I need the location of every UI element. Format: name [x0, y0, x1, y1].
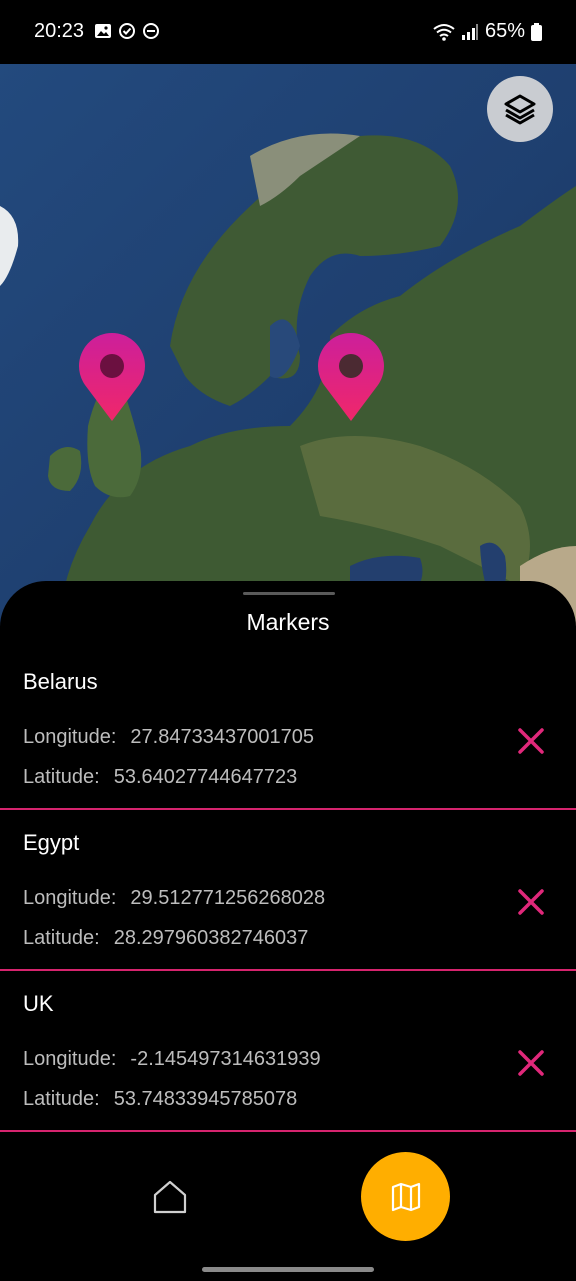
latitude-value: 53.64027744647723 — [113, 766, 298, 788]
latitude-row: Latitude: 28.297960382746037 — [23, 927, 308, 950]
marker-list-item: Belarus Longitude: 27.84733437001705 Lat… — [0, 649, 576, 810]
close-icon[interactable] — [516, 726, 546, 756]
status-time: 20:23 — [34, 20, 85, 42]
longitude-value: 27.84733437001705 — [130, 726, 314, 748]
map-icon — [391, 1182, 420, 1211]
home-icon[interactable] — [151, 1178, 189, 1216]
layers-icon — [504, 94, 536, 125]
marker-name: Belarus — [23, 669, 98, 694]
longitude-row: Longitude: 29.512771256268028 — [23, 887, 325, 910]
battery-percent: 65% — [484, 20, 525, 42]
sheet-title: Markers — [246, 609, 330, 635]
uk-marker[interactable] — [77, 333, 147, 423]
longitude-label: Longitude: — [23, 1048, 117, 1070]
longitude-label: Longitude: — [23, 887, 117, 909]
close-icon[interactable] — [516, 1048, 546, 1078]
longitude-value: 29.512771256268028 — [130, 887, 326, 909]
marker-list-item: UK Longitude: -2.145497314631939 Latitud… — [0, 971, 576, 1132]
marker-name: Egypt — [23, 830, 80, 855]
latitude-row: Latitude: 53.74833945785078 — [23, 1088, 297, 1111]
wifi-icon — [433, 23, 455, 41]
marker-name: UK — [23, 991, 54, 1016]
map-nav-button[interactable] — [361, 1152, 450, 1241]
longitude-row: Longitude: 27.84733437001705 — [23, 726, 314, 749]
markers-sheet: Markers Belarus Longitude: 27.8473343700… — [0, 581, 576, 1281]
battery-icon — [531, 22, 542, 41]
status-right: 65% — [433, 20, 542, 43]
map-layers-button[interactable] — [487, 76, 553, 142]
latitude-label: Latitude: — [23, 766, 100, 788]
image-icon — [95, 24, 111, 38]
latitude-row: Latitude: 53.64027744647723 — [23, 766, 297, 789]
close-icon[interactable] — [516, 887, 546, 917]
longitude-label: Longitude: — [23, 726, 117, 748]
signal-icon — [461, 23, 478, 40]
longitude-row: Longitude: -2.145497314631939 — [23, 1048, 321, 1071]
status-left-icons — [94, 22, 160, 40]
sync-check-icon — [119, 23, 135, 39]
latitude-label: Latitude: — [23, 1088, 100, 1110]
latitude-value: 53.74833945785078 — [113, 1088, 298, 1110]
gesture-bar[interactable] — [202, 1267, 374, 1272]
status-bar: 20:23 65% — [0, 0, 576, 64]
map-view[interactable] — [0, 46, 576, 626]
dnd-icon — [143, 23, 159, 39]
longitude-value: -2.145497314631939 — [130, 1048, 321, 1070]
latitude-label: Latitude: — [23, 927, 100, 949]
sheet-drag-handle[interactable] — [243, 592, 335, 595]
item-divider — [0, 1130, 576, 1132]
marker-list-item: Egypt Longitude: 29.512771256268028 Lati… — [0, 810, 576, 971]
latitude-value: 28.297960382746037 — [113, 927, 309, 949]
belarus-marker[interactable] — [316, 333, 386, 423]
